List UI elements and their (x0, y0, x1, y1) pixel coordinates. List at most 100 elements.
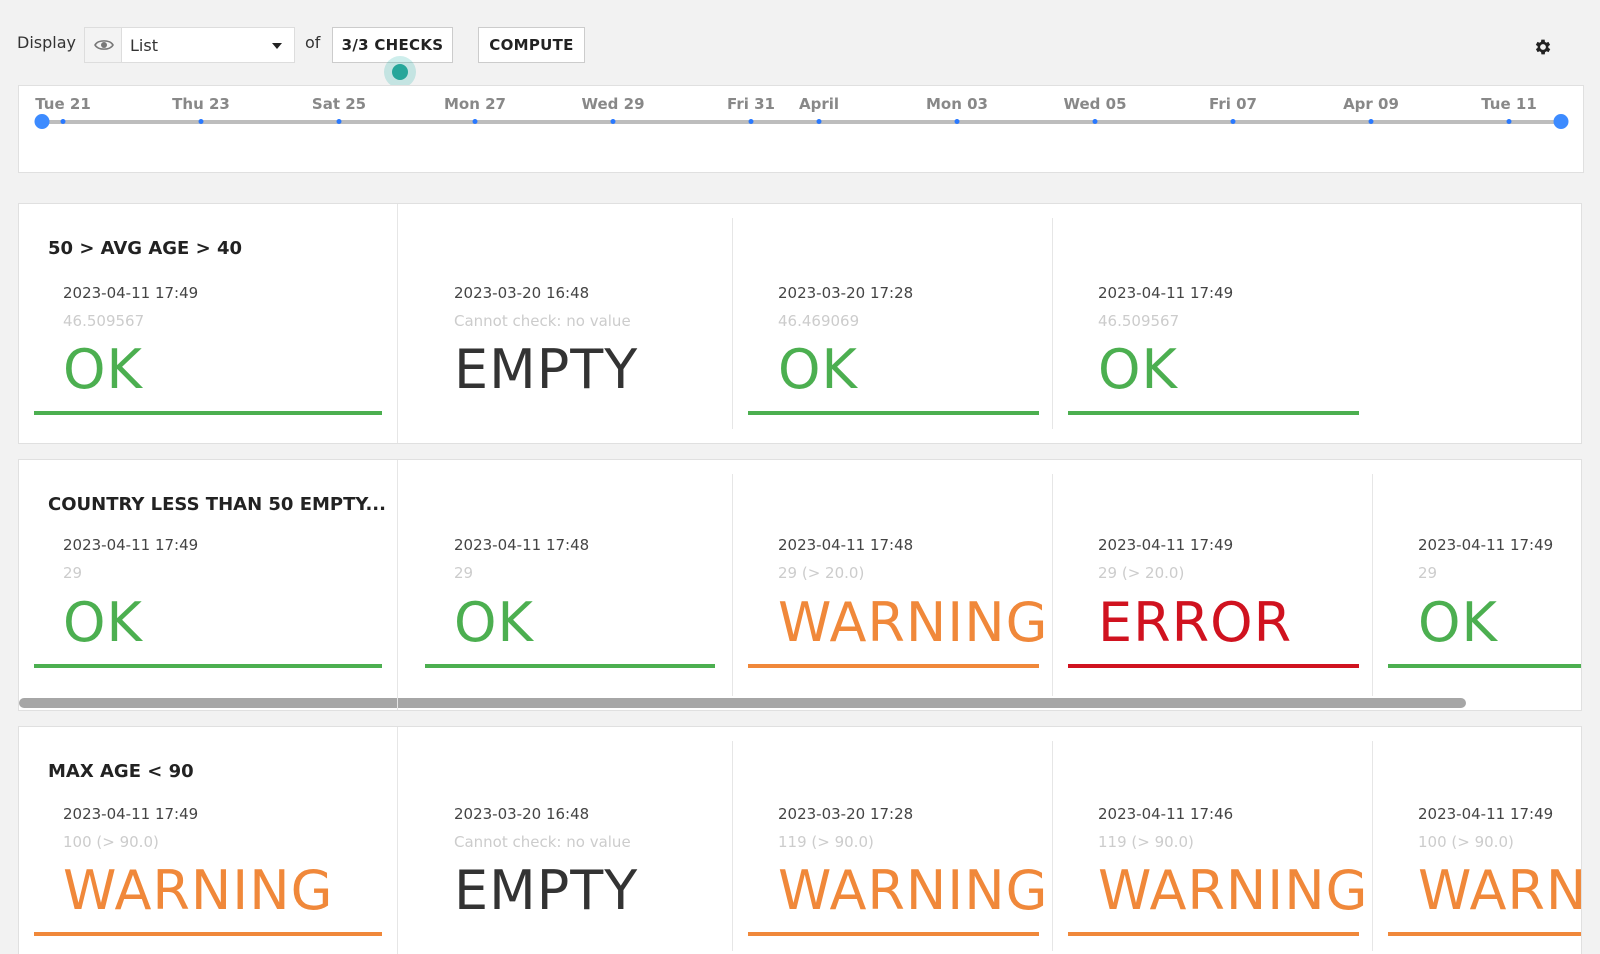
timeline-tick-dot (816, 119, 822, 124)
result-timestamp: 2023-03-20 17:28 (778, 284, 914, 302)
result-value: 29 (> 20.0) (778, 564, 865, 582)
display-label: Display (17, 33, 76, 52)
check-result-cell[interactable]: 2023-04-11 17:49 29 OK (19, 460, 398, 710)
timeline-tick-label: Fri 31 (727, 95, 775, 113)
timeline-slider[interactable]: Tue 21 Thu 23 Sat 25 Mon 27 Wed 29 Fri 31 Apri… (18, 85, 1584, 173)
result-status: OK (1098, 338, 1178, 401)
check-result-cell[interactable]: 2023-03-20 17:28 46.469069 OK (733, 204, 1053, 443)
check-result-cell[interactable]: 2023-03-20 16:48 Cannot check: no value EM… (398, 727, 733, 954)
result-timestamp: 2023-04-11 17:49 (1418, 805, 1554, 823)
timeline-tick-label: Wed 05 (1063, 95, 1127, 113)
status-underline (1388, 664, 1581, 668)
caret-down-icon (272, 43, 282, 49)
result-status: OK (454, 591, 534, 654)
view-toggle-button[interactable] (84, 27, 122, 63)
timeline-tick-label: April (798, 95, 840, 113)
result-value: Cannot check: no value (454, 833, 631, 851)
timeline-tick-dot (748, 119, 754, 124)
result-value: 119 (> 90.0) (778, 833, 874, 851)
gear-icon[interactable] (1533, 37, 1553, 57)
timeline-tick-dot (472, 119, 478, 124)
check-result-cell[interactable]: 2023-03-20 17:28 119 (> 90.0) WARNING (733, 727, 1053, 954)
result-timestamp: 2023-04-11 17:48 (454, 536, 590, 554)
status-underline (748, 664, 1039, 668)
result-value: 100 (> 90.0) (63, 833, 159, 851)
status-underline (1388, 932, 1581, 936)
result-value: 46.509567 (1098, 312, 1180, 330)
check-result-cell[interactable]: 2023-04-11 17:49 29 (> 20.0) ERROR (1053, 460, 1373, 710)
check-result-cell[interactable]: 2023-04-11 17:48 29 OK (398, 460, 733, 710)
status-underline (1068, 932, 1359, 936)
check-result-cell[interactable]: 2023-04-11 17:49 100 (> 90.0) WARNING (19, 727, 398, 954)
check-result-cell[interactable]: 2023-04-11 17:46 119 (> 90.0) WARNING (1053, 727, 1373, 954)
timeline-tick-dot (610, 119, 616, 124)
status-underline (34, 664, 382, 668)
timeline-tick-label: Mon 27 (443, 95, 507, 113)
result-timestamp: 2023-04-11 17:49 (1098, 536, 1234, 554)
status-underline (34, 932, 382, 936)
timeline-tick-dot (1368, 119, 1374, 124)
result-timestamp: 2023-04-11 17:48 (778, 536, 914, 554)
result-value: 119 (> 90.0) (1098, 833, 1194, 851)
result-status: WARNING (778, 859, 1049, 922)
timeline-tick-label: Sat 25 (311, 95, 367, 113)
check-result-cell[interactable]: 2023-04-11 17:49 46.509567 OK (19, 204, 398, 443)
result-status: WARNING (63, 859, 334, 922)
display-mode-select[interactable]: List (121, 27, 295, 63)
timeline-tick-label: Tue 21 (35, 95, 91, 113)
status-underline (34, 411, 382, 415)
timeline-tick-dot (1230, 119, 1236, 124)
timeline-tick-label: Apr 09 (1343, 95, 1399, 113)
compute-button[interactable]: COMPUTE (478, 27, 585, 63)
timeline-tick-dot (198, 119, 204, 124)
result-value: 100 (> 90.0) (1418, 833, 1514, 851)
result-value: 29 (454, 564, 474, 582)
status-underline (1068, 664, 1359, 668)
timeline-tick-label: Thu 23 (172, 95, 230, 113)
check-result-cell[interactable]: 2023-04-11 17:48 29 (> 20.0) WARNING (733, 460, 1053, 710)
toolbar: Display List of 3/3 CHECKS COMPUTE (0, 0, 1600, 88)
timeline-tick-label: Wed 29 (581, 95, 645, 113)
result-status: OK (778, 338, 858, 401)
timeline-tick-dot (1506, 119, 1512, 124)
timeline-tick-label: Mon 03 (925, 95, 989, 113)
display-mode-value: List (130, 36, 158, 55)
check-row: COUNTRY LESS THAN 50 EMPTY... 2023-04-11 … (18, 459, 1582, 711)
result-timestamp: 2023-04-11 17:46 (1098, 805, 1234, 823)
result-value: 29 (> 20.0) (1098, 564, 1185, 582)
timeline-tick-dot (954, 119, 960, 124)
focus-indicator (384, 56, 416, 88)
result-timestamp: 2023-04-11 17:49 (1418, 536, 1554, 554)
eye-icon (93, 40, 114, 50)
result-timestamp: 2023-03-20 16:48 (454, 284, 590, 302)
timeline-tick-label: Fri 07 (1209, 95, 1257, 113)
timeline-track (42, 120, 1560, 124)
result-timestamp: 2023-03-20 17:28 (778, 805, 914, 823)
result-value: 29 (63, 564, 83, 582)
result-status: EMPTY (454, 859, 639, 922)
result-timestamp: 2023-04-11 17:49 (1098, 284, 1234, 302)
result-value: 46.509567 (63, 312, 145, 330)
result-timestamp: 2023-03-20 16:48 (454, 805, 590, 823)
status-underline (748, 411, 1039, 415)
timeline-tick-dot (336, 119, 342, 124)
result-timestamp: 2023-04-11 17:49 (63, 284, 199, 302)
check-result-cell[interactable]: 2023-04-11 17:49 29 OK (1373, 460, 1581, 710)
check-result-cell[interactable]: 2023-03-20 16:48 Cannot check: no value EM… (398, 204, 733, 443)
timeline-end-handle[interactable] (1553, 114, 1569, 129)
result-status: ERROR (1098, 591, 1293, 654)
result-status: WARNI (1418, 859, 1581, 922)
result-timestamp: 2023-04-11 17:49 (63, 536, 199, 554)
status-underline (425, 664, 715, 668)
timeline-tick-dot (1092, 119, 1098, 124)
timeline-tick-label: Tue 11 (1481, 95, 1537, 113)
result-status: OK (63, 591, 143, 654)
result-value: Cannot check: no value (454, 312, 631, 330)
result-status: WARNING (778, 591, 1049, 654)
check-result-cell[interactable]: 2023-04-11 17:49 100 (> 90.0) WARNI (1373, 727, 1581, 954)
timeline-start-handle[interactable] (34, 114, 50, 129)
check-row: MAX AGE < 90 2023-04-11 17:49 100 (> 90.0)… (18, 726, 1582, 954)
check-row: 50 > AVG AGE > 40 2023-04-11 17:49 46.5095… (18, 203, 1582, 444)
result-status: EMPTY (454, 338, 639, 401)
check-result-cell[interactable]: 2023-04-11 17:49 46.509567 OK (1053, 204, 1373, 443)
